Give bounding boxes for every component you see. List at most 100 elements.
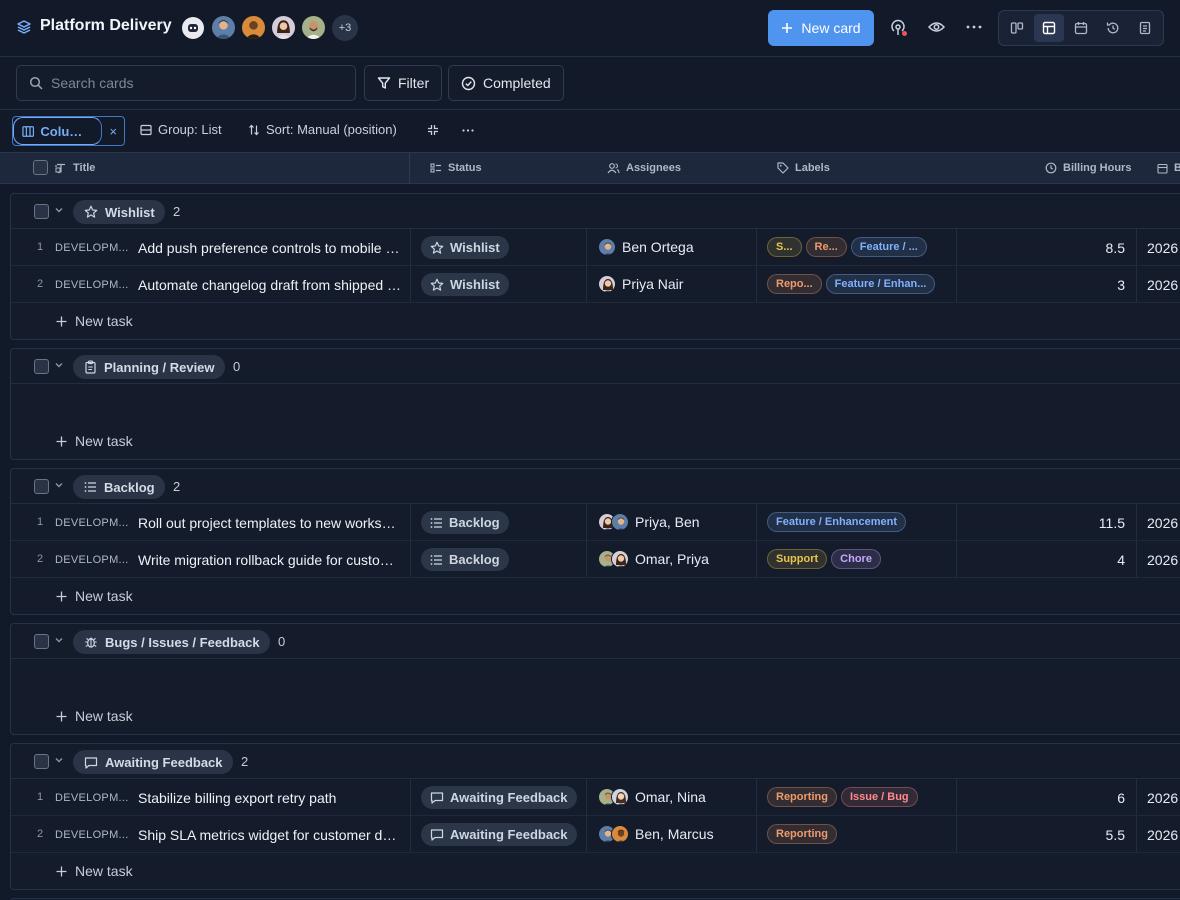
label-badge[interactable]: Issue / Bug	[840, 787, 918, 807]
card-title[interactable]: Write migration rollback guide for custo…	[138, 552, 403, 568]
label-badge[interactable]: Feature / Enhan...	[825, 274, 936, 294]
label-badge[interactable]: Reporting	[767, 824, 837, 844]
assignees-cell[interactable]: Omar, Nina	[598, 788, 706, 806]
labels-cell[interactable]: Reporting	[767, 824, 947, 844]
card-title[interactable]: Ship SLA metrics widget for customer das…	[138, 827, 403, 843]
column-header-assignees[interactable]: Assignees	[607, 162, 681, 174]
group-header[interactable]: Planning / Review 0	[11, 349, 1180, 384]
chevron-down-icon[interactable]	[54, 755, 64, 765]
column-header-title[interactable]: Title	[55, 162, 95, 174]
filter-button[interactable]: Filter	[364, 65, 443, 101]
member-avatars[interactable]: +3	[182, 14, 358, 41]
avatar[interactable]	[240, 14, 267, 41]
group-header[interactable]: Awaiting Feedback 2	[11, 744, 1180, 779]
search-box[interactable]	[16, 65, 356, 101]
table-row[interactable]: 1 DEVELOPM... Roll out project templates t…	[11, 504, 1180, 541]
card-title[interactable]: Automate changelog draft from shipped ca…	[138, 277, 403, 293]
labels-cell[interactable]: Support Chore	[767, 549, 947, 569]
billing-hours-value[interactable]: 8.5	[1065, 240, 1125, 256]
document-view-button[interactable]	[1130, 14, 1160, 42]
status-pill[interactable]: Backlog	[421, 548, 509, 571]
table-row[interactable]: 2 DEVELOPM... Ship SLA metrics widget for …	[11, 816, 1180, 853]
assignees-cell[interactable]: Ben, Marcus	[598, 825, 714, 843]
new-task-row[interactable]: New task	[11, 698, 1180, 734]
column-header-next[interactable]: B	[1157, 162, 1180, 174]
column-header-status[interactable]: Status	[430, 162, 482, 174]
billing-hours-value[interactable]: 11.5	[1065, 515, 1125, 531]
new-task-row[interactable]: New task	[11, 423, 1180, 459]
card-title[interactable]: Add push preference controls to mobile a…	[138, 240, 403, 256]
avatar[interactable]	[300, 14, 327, 41]
card-title[interactable]: Stabilize billing export retry path	[138, 790, 403, 806]
status-pill[interactable]: Wishlist	[421, 236, 509, 259]
group-status-pill[interactable]: Bugs / Issues / Feedback	[73, 630, 270, 654]
column-header-labels[interactable]: Labels	[777, 162, 830, 174]
label-badge[interactable]: Repo...	[767, 274, 822, 294]
group-by-button[interactable]: Group: List	[140, 122, 222, 137]
billing-hours-value[interactable]: 4	[1065, 552, 1125, 568]
new-task-row[interactable]: New task	[11, 578, 1180, 614]
new-task-button[interactable]: New task	[56, 588, 133, 604]
new-task-row[interactable]: New task	[11, 853, 1180, 889]
new-task-button[interactable]: New task	[56, 708, 133, 724]
new-task-button[interactable]: New task	[56, 313, 133, 329]
assignees-cell[interactable]: Priya, Ben	[598, 513, 700, 531]
column-divider[interactable]	[409, 153, 410, 184]
date-value[interactable]: 2026	[1147, 277, 1178, 293]
date-value[interactable]: 2026	[1147, 827, 1178, 843]
label-badge[interactable]: Feature / ...	[850, 237, 927, 257]
date-value[interactable]: 2026	[1147, 515, 1178, 531]
assignees-cell[interactable]: Priya Nair	[598, 275, 683, 293]
labels-cell[interactable]: Repo... Feature / Enhan...	[767, 274, 947, 294]
more-members-badge[interactable]: +3	[332, 15, 358, 41]
date-value[interactable]: 2026	[1147, 240, 1178, 256]
clear-columns-button[interactable]: ×	[102, 124, 124, 139]
date-value[interactable]: 2026	[1147, 552, 1178, 568]
group-checkbox[interactable]	[34, 359, 49, 374]
history-view-button[interactable]	[1098, 14, 1128, 42]
status-pill[interactable]: Backlog	[421, 511, 509, 534]
group-status-pill[interactable]: Planning / Review	[73, 355, 225, 379]
card-title[interactable]: Roll out project templates to new worksp…	[138, 515, 403, 531]
group-status-pill[interactable]: Awaiting Feedback	[73, 750, 233, 774]
project-title[interactable]: Platform Delivery	[40, 17, 172, 35]
labels-cell[interactable]: Reporting Issue / Bug	[767, 787, 947, 807]
eye-icon[interactable]	[928, 20, 945, 34]
billing-hours-value[interactable]: 3	[1065, 277, 1125, 293]
billing-hours-value[interactable]: 6	[1065, 790, 1125, 806]
group-header[interactable]: Bugs / Issues / Feedback 0	[11, 624, 1180, 659]
new-task-button[interactable]: New task	[56, 433, 133, 449]
label-badge[interactable]: Reporting	[767, 787, 837, 807]
broadcast-icon[interactable]	[889, 18, 909, 38]
group-status-pill[interactable]: Wishlist	[73, 200, 165, 224]
chevron-down-icon[interactable]	[54, 205, 64, 215]
table-view-button[interactable]	[1034, 14, 1064, 42]
table-row[interactable]: 2 DEVELOPM... Write migration rollback gui…	[11, 541, 1180, 578]
group-status-pill[interactable]: Backlog	[73, 475, 165, 499]
assignees-cell[interactable]: Omar, Priya	[598, 550, 709, 568]
billing-hours-value[interactable]: 5.5	[1065, 827, 1125, 843]
new-task-row[interactable]: New task	[11, 303, 1180, 339]
calendar-view-button[interactable]	[1066, 14, 1096, 42]
column-header-billing-hours[interactable]: Billing Hours	[1045, 162, 1131, 174]
avatar[interactable]	[270, 14, 297, 41]
table-row[interactable]: 2 DEVELOPM... Automate changelog draft fro…	[11, 266, 1180, 303]
label-badge[interactable]: Support	[767, 549, 828, 569]
columns-button[interactable]: Columns	[13, 117, 103, 145]
group-checkbox[interactable]	[34, 634, 49, 649]
bot-avatar[interactable]	[182, 17, 204, 39]
status-pill[interactable]: Awaiting Feedback	[421, 823, 577, 846]
columns-chip[interactable]: Columns ×	[12, 116, 125, 146]
labels-cell[interactable]: S... Re... Feature / ...	[767, 237, 947, 257]
label-badge[interactable]: Feature / Enhancement	[767, 512, 907, 532]
label-badge[interactable]: Re...	[805, 237, 847, 257]
group-checkbox[interactable]	[34, 754, 49, 769]
search-input[interactable]	[51, 75, 341, 91]
group-header[interactable]: Backlog 2	[11, 469, 1180, 504]
status-pill[interactable]: Awaiting Feedback	[421, 786, 577, 809]
table-row[interactable]: 1 DEVELOPM... Add push preference controls…	[11, 229, 1180, 266]
completed-toggle[interactable]: Completed	[448, 65, 564, 101]
collapse-icon[interactable]	[427, 124, 439, 136]
labels-cell[interactable]: Feature / Enhancement	[767, 512, 947, 532]
new-card-button[interactable]: New card	[768, 10, 874, 46]
